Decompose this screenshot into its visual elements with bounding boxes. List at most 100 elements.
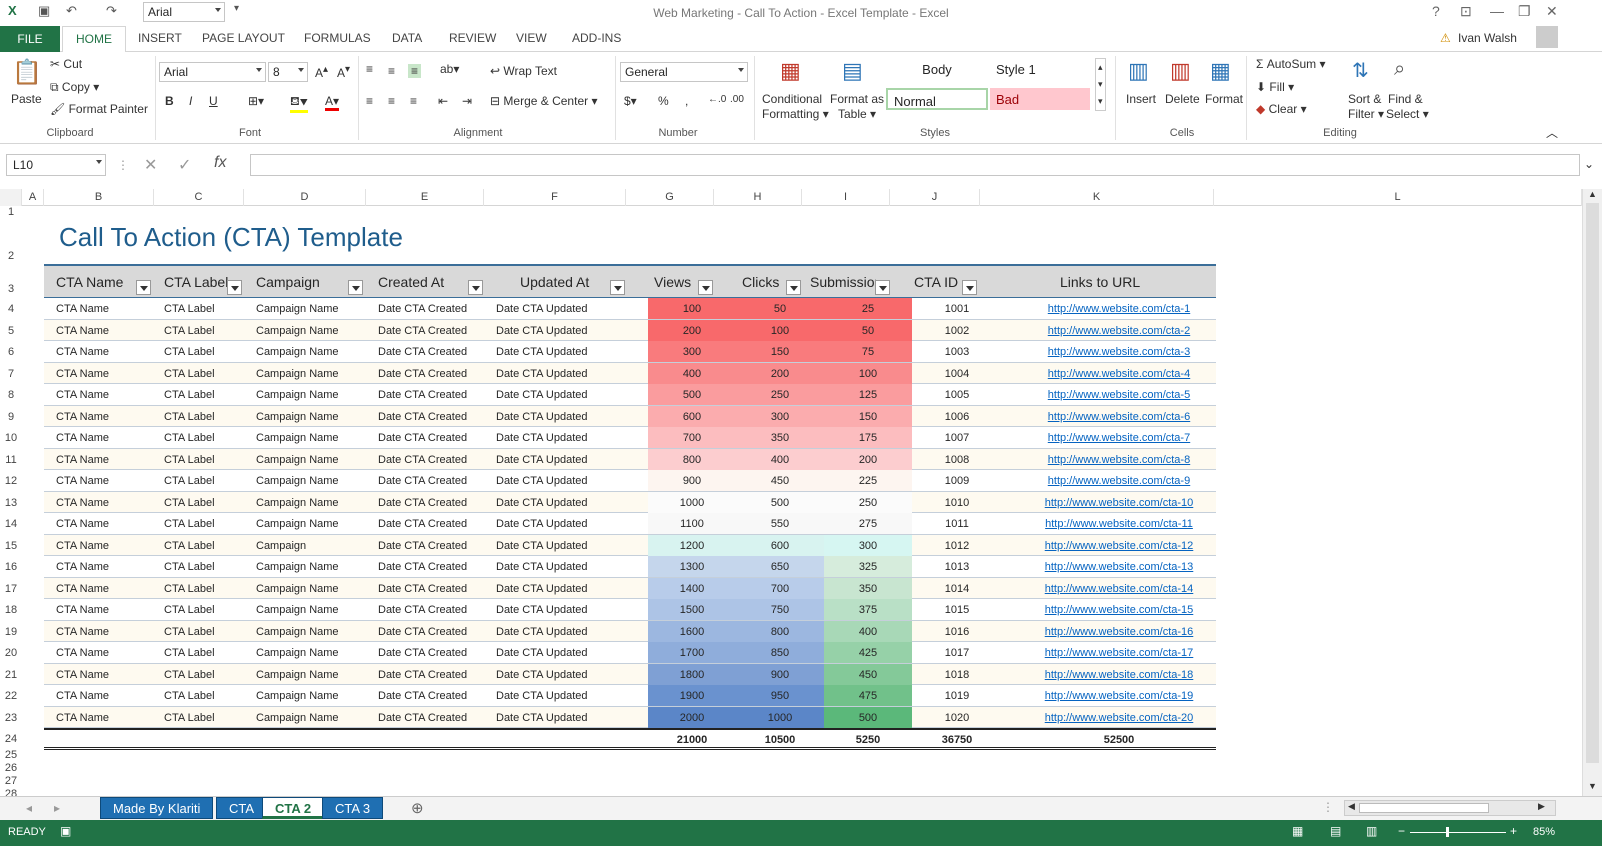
row-header[interactable]: 10 <box>0 432 22 444</box>
tab-add-ins[interactable]: ADD-INS <box>572 31 621 45</box>
filter-dropdown-icon[interactable] <box>875 280 890 295</box>
align-middle-icon[interactable]: ≡ <box>388 64 395 78</box>
row-header[interactable]: 14 <box>0 518 22 530</box>
format-painter-button[interactable]: 🖌 Format Painter <box>50 102 148 116</box>
minimize-icon[interactable]: — <box>1490 3 1504 19</box>
filter-dropdown-icon[interactable] <box>786 280 801 295</box>
filter-dropdown-icon[interactable] <box>698 280 713 295</box>
table-row[interactable]: CTA Name CTA Label Campaign Name Date CTA C… <box>44 663 1216 685</box>
row-header[interactable]: 21 <box>0 669 22 681</box>
fill-color-icon[interactable]: ⛾▾ <box>290 94 308 113</box>
row-header[interactable]: 4 <box>0 303 22 315</box>
shrink-font-icon[interactable]: A▾ <box>337 64 350 80</box>
filter-dropdown-icon[interactable] <box>348 280 363 295</box>
page-layout-view-icon[interactable]: ▤ <box>1330 824 1341 838</box>
collapse-ribbon-icon[interactable]: ︿ <box>1546 124 1558 141</box>
tab-view[interactable]: VIEW <box>516 31 547 45</box>
row-header[interactable]: 12 <box>0 475 22 487</box>
cut-button[interactable]: ✂ Cut <box>50 57 82 71</box>
table-row[interactable]: CTA Name CTA Label Campaign Name Date CTA C… <box>44 642 1216 664</box>
col-header-k[interactable]: K <box>980 189 1214 206</box>
table-row[interactable]: CTA Name CTA Label Campaign Name Date CTA C… <box>44 491 1216 513</box>
orientation-icon[interactable]: ab▾ <box>440 62 459 76</box>
cell-url-link[interactable]: http://www.website.com/cta-16 <box>1002 621 1236 642</box>
paste-button[interactable]: Paste <box>11 92 42 106</box>
row-header[interactable]: 22 <box>0 690 22 702</box>
cell-url-link[interactable]: http://www.website.com/cta-3 <box>1002 341 1236 362</box>
cell-url-link[interactable]: http://www.website.com/cta-20 <box>1002 707 1236 728</box>
cell-url-link[interactable]: http://www.website.com/cta-11 <box>1002 513 1236 534</box>
col-header-a[interactable]: A <box>22 189 44 206</box>
row-header[interactable]: 18 <box>0 604 22 616</box>
row-header[interactable]: 24 <box>0 733 22 745</box>
table-row[interactable]: CTA Name CTA Label Campaign Name Date CTA C… <box>44 298 1216 320</box>
tab-formulas[interactable]: FORMULAS <box>304 31 371 45</box>
copy-button[interactable]: ⧉ Copy ▾ <box>50 80 99 95</box>
col-header-f[interactable]: F <box>484 189 626 206</box>
table-row[interactable]: CTA Name CTA Label Campaign Name Date CTA C… <box>44 405 1216 427</box>
zoom-level[interactable]: 85% <box>1533 826 1555 838</box>
tab-review[interactable]: REVIEW <box>449 31 496 45</box>
col-header-e[interactable]: E <box>366 189 484 206</box>
table-row[interactable]: CTA Name CTA Label Campaign Name Date CTA C… <box>44 448 1216 470</box>
cell-url-link[interactable]: http://www.website.com/cta-18 <box>1002 664 1236 685</box>
decrease-decimal-icon[interactable]: .00 <box>730 94 744 105</box>
col-header-c[interactable]: C <box>154 189 244 206</box>
wrap-text-button[interactable]: ↩ Wrap Text <box>490 64 557 78</box>
row-header[interactable]: 1 <box>0 206 22 218</box>
tab-data[interactable]: DATA <box>392 31 422 45</box>
row-header[interactable]: 7 <box>0 368 22 380</box>
font-name-select[interactable]: Arial <box>159 62 266 82</box>
cell-url-link[interactable]: http://www.website.com/cta-2 <box>1002 320 1236 341</box>
filter-dropdown-icon[interactable] <box>227 280 242 295</box>
zoom-slider-thumb[interactable] <box>1446 827 1449 837</box>
row-header[interactable]: 20 <box>0 647 22 659</box>
table-row[interactable]: CTA Name CTA Label Campaign Name Date CTA C… <box>44 427 1216 449</box>
worksheet[interactable]: Call To Action (CTA) Template CTA Name C… <box>22 206 1582 796</box>
row-header[interactable]: 23 <box>0 712 22 724</box>
tab-home[interactable]: HOME <box>62 26 126 53</box>
zoom-out-icon[interactable]: − <box>1398 824 1405 838</box>
row-header[interactable]: 25 <box>0 749 22 761</box>
cell-url-link[interactable]: http://www.website.com/cta-6 <box>1002 406 1236 427</box>
table-row[interactable]: CTA Name CTA Label Campaign Name Date CTA C… <box>44 685 1216 707</box>
cell-url-link[interactable]: http://www.website.com/cta-12 <box>1002 535 1236 556</box>
macro-record-icon[interactable]: ▣ <box>60 824 71 838</box>
sheet-tab-made-by-klariti[interactable]: Made By Klariti <box>100 797 214 819</box>
prev-sheet-icon[interactable]: ◂ <box>26 801 32 815</box>
row-header[interactable]: 16 <box>0 561 22 573</box>
user-name[interactable]: Ivan Walsh <box>1458 31 1517 45</box>
select-all[interactable] <box>0 189 22 206</box>
filter-dropdown-icon[interactable] <box>610 280 625 295</box>
format-button[interactable]: Format <box>1205 92 1243 106</box>
sheet-tab-cta[interactable]: CTA <box>216 797 268 819</box>
col-header-g[interactable]: G <box>626 189 714 206</box>
style-body[interactable]: Body <box>886 58 988 80</box>
ribbon-display-icon[interactable]: ⊡ <box>1460 3 1472 20</box>
col-header-j[interactable]: J <box>890 189 980 206</box>
scroll-up-icon[interactable]: ▲ <box>1588 189 1597 199</box>
filter-dropdown-icon[interactable] <box>468 280 483 295</box>
table-row[interactable]: CTA Name CTA Label Campaign Name Date CTA C… <box>44 706 1216 728</box>
tab-insert[interactable]: INSERT <box>138 31 182 45</box>
font-size-select[interactable]: 8 <box>268 62 308 82</box>
row-header[interactable]: 19 <box>0 626 22 638</box>
cell-url-link[interactable]: http://www.website.com/cta-8 <box>1002 449 1236 470</box>
style-normal[interactable]: Normal <box>886 88 988 110</box>
cell-url-link[interactable]: http://www.website.com/cta-19 <box>1002 685 1236 706</box>
filter-dropdown-icon[interactable] <box>136 280 151 295</box>
grow-font-icon[interactable]: A▴ <box>315 64 328 80</box>
row-header[interactable]: 15 <box>0 540 22 552</box>
align-top-icon[interactable]: ≡ <box>366 62 373 76</box>
col-header-i[interactable]: I <box>802 189 890 206</box>
sort-filter-button[interactable]: Sort & <box>1348 92 1381 106</box>
row-header[interactable]: 8 <box>0 389 22 401</box>
col-header-h[interactable]: H <box>714 189 802 206</box>
add-sheet-icon[interactable]: ⊕ <box>411 799 424 817</box>
table-row[interactable]: CTA Name CTA Label Campaign Name Date CTA C… <box>44 384 1216 406</box>
percent-button[interactable]: % <box>658 94 669 108</box>
row-header[interactable]: 13 <box>0 497 22 509</box>
styles-scroll-icon[interactable]: ▴ ▾ ▾ <box>1095 58 1106 111</box>
row-header[interactable]: 17 <box>0 583 22 595</box>
row-header[interactable]: 27 <box>0 775 22 787</box>
